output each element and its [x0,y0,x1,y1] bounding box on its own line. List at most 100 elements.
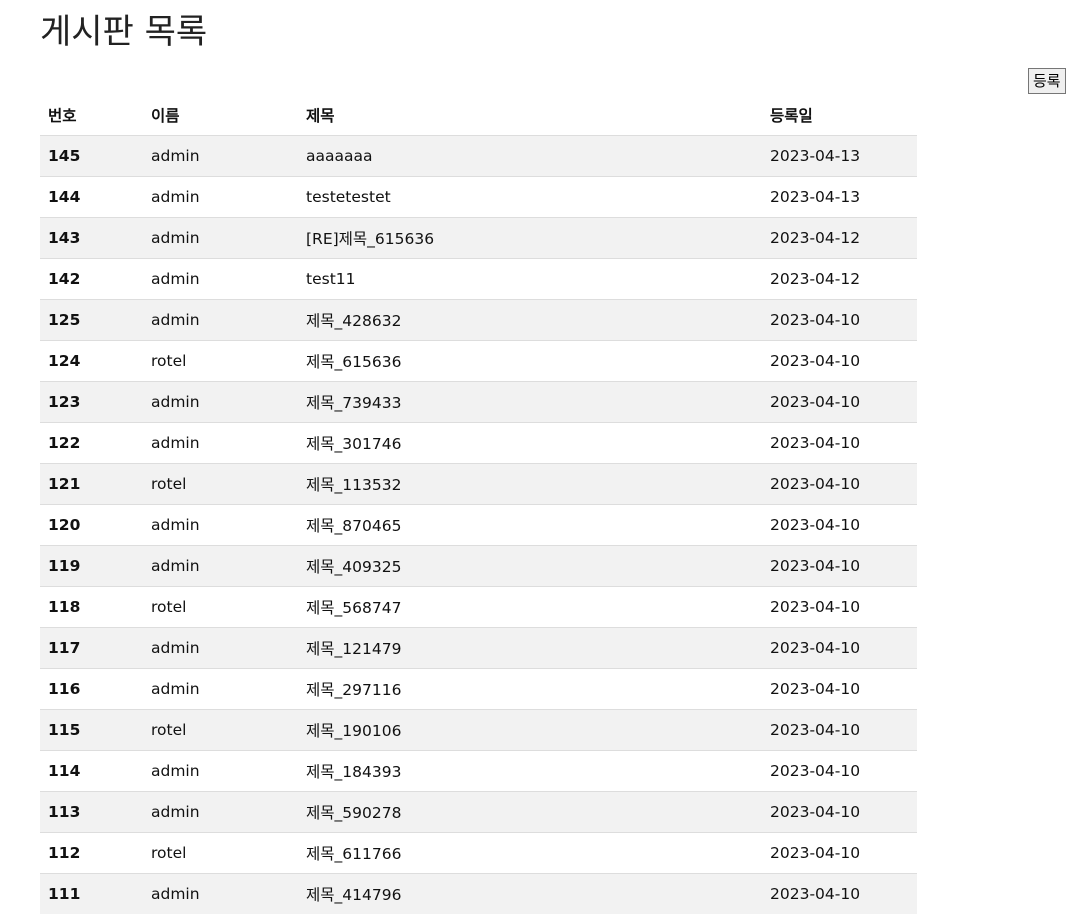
post-title-link[interactable]: aaaaaaa [298,134,762,176]
post-number: 111 [40,872,143,914]
post-date: 2023-04-10 [762,462,917,504]
table-row[interactable]: 114 admin 제목_184393 2023-04-10 [40,749,917,791]
post-date: 2023-04-10 [762,872,917,914]
table-row[interactable]: 143 admin [RE]제목_615636 2023-04-12 [40,216,917,258]
table-row[interactable]: 118 rotel 제목_568747 2023-04-10 [40,585,917,627]
table-row[interactable]: 123 admin 제목_739433 2023-04-10 [40,380,917,422]
post-number: 144 [40,175,143,217]
table-row[interactable]: 120 admin 제목_870465 2023-04-10 [40,503,917,545]
post-author: admin [143,503,298,545]
post-number: 120 [40,503,143,545]
post-author: admin [143,544,298,586]
post-title-link[interactable]: 제목_409325 [298,544,762,586]
post-date: 2023-04-12 [762,216,917,258]
post-title-link[interactable]: 제목_190106 [298,708,762,750]
post-date: 2023-04-10 [762,585,917,627]
table-body: 145 admin aaaaaaa 2023-04-13 144 admin testete… [40,134,917,914]
post-date: 2023-04-10 [762,544,917,586]
post-number: 142 [40,257,143,299]
post-date: 2023-04-10 [762,790,917,832]
post-number: 122 [40,421,143,463]
post-author: rotel [143,339,298,381]
post-date: 2023-04-10 [762,831,917,873]
post-author: admin [143,872,298,914]
post-title-link[interactable]: 제목_870465 [298,503,762,545]
post-number: 114 [40,749,143,791]
post-title-link[interactable]: 제목_615636 [298,339,762,381]
post-number: 118 [40,585,143,627]
table-row[interactable]: 119 admin 제목_409325 2023-04-10 [40,544,917,586]
post-title-link[interactable]: 제목_428632 [298,298,762,340]
post-author: rotel [143,708,298,750]
post-author: admin [143,216,298,258]
post-title-link[interactable]: 제목_739433 [298,380,762,422]
post-author: admin [143,421,298,463]
post-title-link[interactable]: 제목_590278 [298,790,762,832]
post-author: admin [143,175,298,217]
table-row[interactable]: 142 admin test11 2023-04-12 [40,257,917,299]
column-header-name: 이름 [151,106,180,125]
post-title-link[interactable]: 제목_121479 [298,626,762,668]
post-number: 117 [40,626,143,668]
post-number: 143 [40,216,143,258]
table-row[interactable]: 113 admin 제목_590278 2023-04-10 [40,790,917,832]
post-author: admin [143,790,298,832]
post-author: rotel [143,462,298,504]
post-title-link[interactable]: [RE]제목_615636 [298,216,762,258]
table-row[interactable]: 111 admin 제목_414796 2023-04-10 [40,872,917,914]
post-author: admin [143,380,298,422]
post-date: 2023-04-10 [762,339,917,381]
post-number: 145 [40,134,143,176]
post-date: 2023-04-12 [762,257,917,299]
post-title-link[interactable]: 제목_113532 [298,462,762,504]
post-date: 2023-04-10 [762,380,917,422]
table-row[interactable]: 121 rotel 제목_113532 2023-04-10 [40,462,917,504]
register-button[interactable]: 등록 [1028,68,1066,94]
table-row[interactable]: 144 admin testetestet 2023-04-13 [40,175,917,217]
post-date: 2023-04-10 [762,503,917,545]
post-date: 2023-04-10 [762,667,917,709]
post-date: 2023-04-10 [762,626,917,668]
post-author: admin [143,298,298,340]
post-author: admin [143,667,298,709]
table-row[interactable]: 124 rotel 제목_615636 2023-04-10 [40,339,917,381]
post-title-link[interactable]: 제목_568747 [298,585,762,627]
table-row[interactable]: 117 admin 제목_121479 2023-04-10 [40,626,917,668]
board-table: 번호 이름 제목 등록일 145 admin aaaaaaa 2023-04-13 14… [40,95,917,914]
table-row[interactable]: 125 admin 제목_428632 2023-04-10 [40,298,917,340]
post-title-link[interactable]: 제목_611766 [298,831,762,873]
post-date: 2023-04-13 [762,134,917,176]
table-row[interactable]: 115 rotel 제목_190106 2023-04-10 [40,708,917,750]
column-header-number: 번호 [48,106,77,125]
post-number: 112 [40,831,143,873]
post-date: 2023-04-10 [762,421,917,463]
table-row[interactable]: 122 admin 제목_301746 2023-04-10 [40,421,917,463]
post-title-link[interactable]: testetestet [298,175,762,217]
post-number: 115 [40,708,143,750]
post-number: 116 [40,667,143,709]
post-title-link[interactable]: 제목_414796 [298,872,762,914]
post-number: 119 [40,544,143,586]
post-title-link[interactable]: 제목_297116 [298,667,762,709]
column-header-title: 제목 [306,106,335,125]
post-number: 125 [40,298,143,340]
table-row[interactable]: 116 admin 제목_297116 2023-04-10 [40,667,917,709]
post-number: 124 [40,339,143,381]
post-author: rotel [143,831,298,873]
post-author: admin [143,749,298,791]
post-date: 2023-04-13 [762,175,917,217]
board-list-page: 게시판 목록 등록 번호 이름 제목 등록일 145 admin aaaaaaa 20… [0,0,1083,914]
post-author: rotel [143,585,298,627]
post-title-link[interactable]: test11 [298,257,762,299]
post-number: 113 [40,790,143,832]
post-date: 2023-04-10 [762,708,917,750]
post-author: admin [143,257,298,299]
post-title-link[interactable]: 제목_301746 [298,421,762,463]
table-header-row: 번호 이름 제목 등록일 [40,95,917,135]
post-date: 2023-04-10 [762,298,917,340]
post-title-link[interactable]: 제목_184393 [298,749,762,791]
table-row[interactable]: 112 rotel 제목_611766 2023-04-10 [40,831,917,873]
table-row[interactable]: 145 admin aaaaaaa 2023-04-13 [40,134,917,176]
column-header-date: 등록일 [770,106,813,125]
post-author: admin [143,626,298,668]
